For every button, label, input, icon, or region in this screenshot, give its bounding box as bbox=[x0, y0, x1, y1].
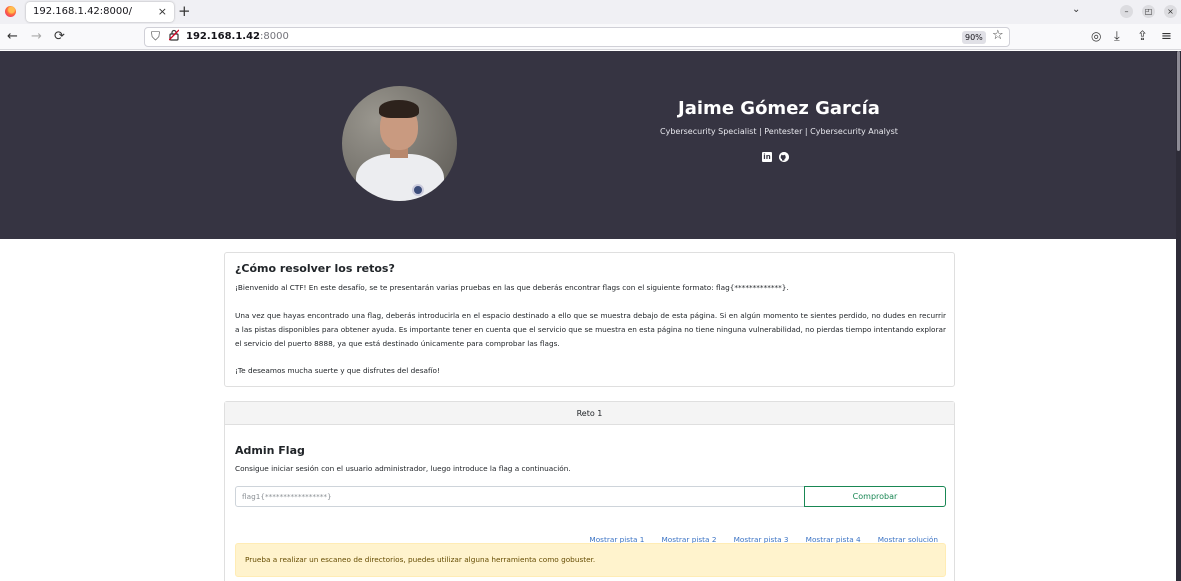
maximize-icon[interactable]: ◰ bbox=[1142, 5, 1155, 18]
forward-icon[interactable]: → bbox=[31, 29, 42, 44]
challenge-card: Reto 1 Admin Flag Consigue iniciar sesió… bbox=[224, 401, 955, 581]
github-glyph bbox=[779, 152, 789, 162]
list-all-tabs-icon[interactable]: ⌄ bbox=[1072, 4, 1080, 15]
github-icon[interactable] bbox=[779, 152, 789, 162]
window-close-icon[interactable]: × bbox=[1164, 5, 1177, 18]
avatar-hair bbox=[379, 100, 419, 118]
browser-nav-bar: ← → ⟳ ⛉ 192.168.1.42:8000 90% ☆ ◎ ⤓ ⇪ ≡ bbox=[0, 24, 1181, 50]
avatar-shirt bbox=[356, 154, 444, 201]
url-text[interactable]: 192.168.1.42:8000 bbox=[186, 31, 289, 42]
tracking-protection-icon[interactable]: ⛉ bbox=[151, 29, 160, 44]
scrollbar-thumb[interactable] bbox=[1177, 51, 1180, 151]
bookmark-star-icon[interactable]: ☆ bbox=[992, 28, 1004, 43]
flag-input[interactable] bbox=[235, 486, 805, 507]
minimize-icon[interactable]: – bbox=[1120, 5, 1133, 18]
extensions-icon[interactable]: ⇪ bbox=[1137, 29, 1148, 44]
instructions-title: ¿Cómo resolver los retos? bbox=[235, 262, 395, 275]
url-port: :8000 bbox=[260, 31, 289, 42]
profile-header: Jaime Gómez García Cybersecurity Special… bbox=[0, 51, 1181, 239]
profile-name: Jaime Gómez García bbox=[678, 98, 880, 119]
back-icon[interactable]: ← bbox=[7, 29, 18, 44]
linkedin-icon[interactable]: in bbox=[762, 152, 772, 162]
social-links: in bbox=[762, 151, 792, 163]
instructions-card: ¿Cómo resolver los retos? ¡Bienvenido al… bbox=[224, 252, 955, 387]
firefox-logo-icon[interactable] bbox=[5, 6, 16, 17]
instructions-welcome-text: ¡Bienvenido al CTF! En este desafío, se … bbox=[235, 283, 789, 292]
lock-icon bbox=[168, 29, 180, 41]
url-host: 192.168.1.42 bbox=[186, 31, 261, 42]
new-tab-button[interactable]: + bbox=[178, 2, 191, 20]
browser-tab-active[interactable]: 192.168.1.42:8000/ × bbox=[26, 2, 174, 22]
instructions-closing-text: ¡Te deseamos mucha suerte y que disfrute… bbox=[235, 366, 440, 375]
challenge-title: Admin Flag bbox=[235, 444, 305, 457]
hint-alert: Prueba a realizar un escaneo de director… bbox=[235, 543, 946, 577]
tab-close-icon[interactable]: × bbox=[158, 5, 167, 18]
app-menu-icon[interactable]: ≡ bbox=[1161, 29, 1172, 44]
avatar-shirt-logo bbox=[412, 184, 424, 196]
instructions-body-text: Una vez que hayas encontrado una flag, d… bbox=[235, 311, 946, 348]
insecure-lock-icon[interactable] bbox=[168, 29, 180, 44]
profile-avatar bbox=[342, 86, 457, 201]
zoom-level-badge[interactable]: 90% bbox=[962, 31, 986, 44]
tab-title: 192.168.1.42:8000/ bbox=[33, 6, 132, 17]
reload-icon[interactable]: ⟳ bbox=[54, 29, 65, 44]
page-scrollbar[interactable] bbox=[1176, 51, 1181, 581]
pocket-icon[interactable]: ◎ bbox=[1091, 29, 1101, 44]
profile-subtitle: Cybersecurity Specialist | Pentester | C… bbox=[660, 127, 898, 136]
check-flag-button[interactable]: Comprobar bbox=[804, 486, 946, 507]
browser-tab-bar: 192.168.1.42:8000/ × + ⌄ – ◰ × bbox=[0, 0, 1181, 24]
challenge-header: Reto 1 bbox=[225, 402, 954, 425]
challenge-description: Consigue iniciar sesión con el usuario a… bbox=[235, 464, 571, 473]
url-bar[interactable]: ⛉ 192.168.1.42:8000 90% ☆ bbox=[144, 27, 1010, 47]
downloads-icon[interactable]: ⤓ bbox=[1114, 29, 1120, 44]
